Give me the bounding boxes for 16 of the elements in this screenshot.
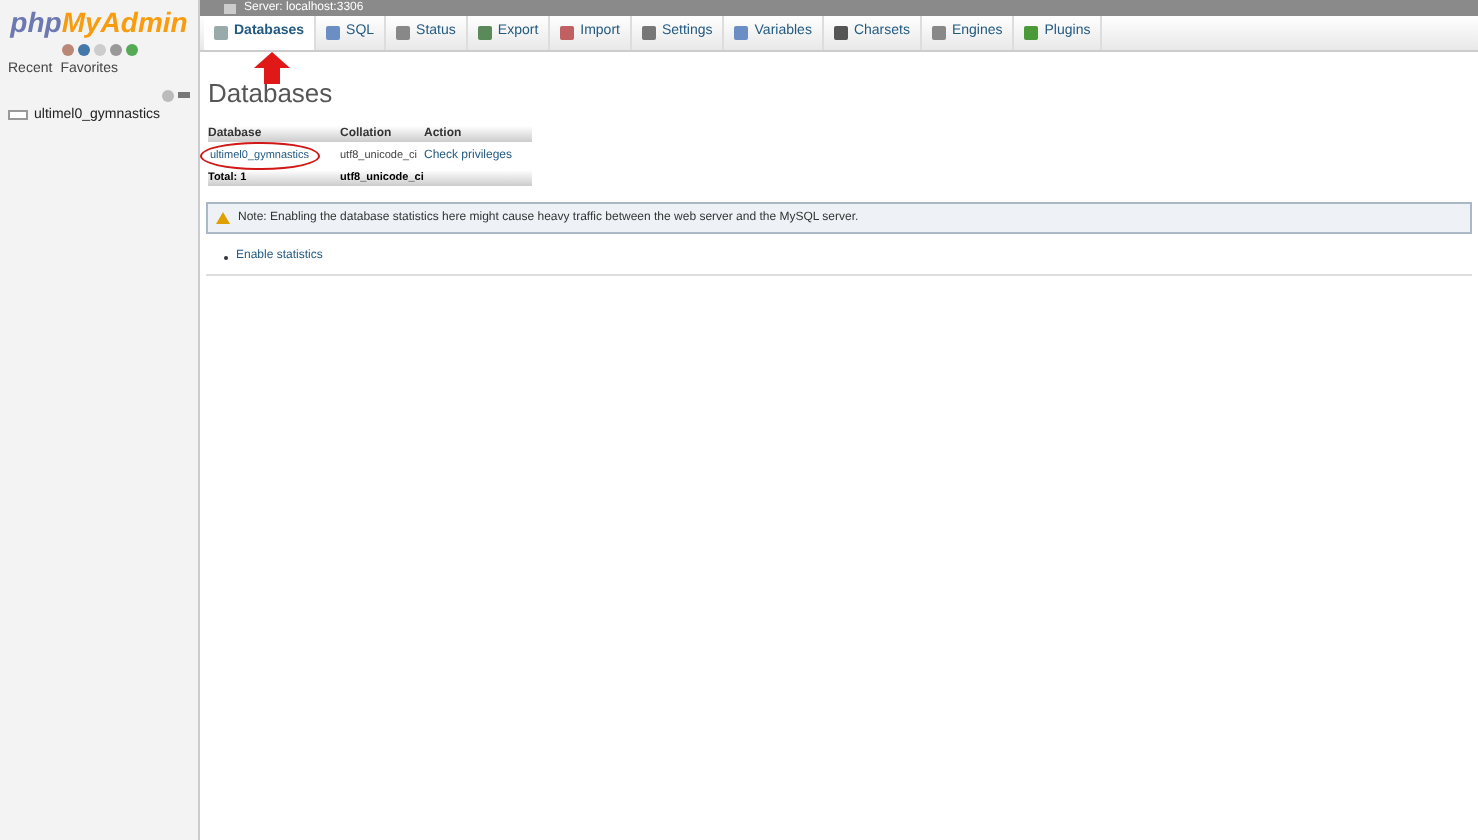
tab-icon	[833, 26, 848, 40]
tab-icon	[396, 26, 411, 40]
server-icon	[224, 3, 236, 13]
tab-icon	[734, 26, 749, 40]
logo: phpMyAdmin	[8, 8, 190, 36]
tab-icon	[641, 26, 656, 40]
database-icon	[8, 110, 28, 121]
tab-icon	[931, 26, 946, 40]
tab-icon	[1024, 26, 1039, 40]
tab-icon	[326, 26, 341, 40]
warning-icon	[216, 212, 230, 224]
tab-icon	[214, 26, 228, 40]
tab-icon	[560, 26, 575, 40]
tab-icon	[477, 26, 492, 40]
arrow-icon	[254, 52, 290, 84]
page-heading: Databases	[208, 80, 335, 106]
